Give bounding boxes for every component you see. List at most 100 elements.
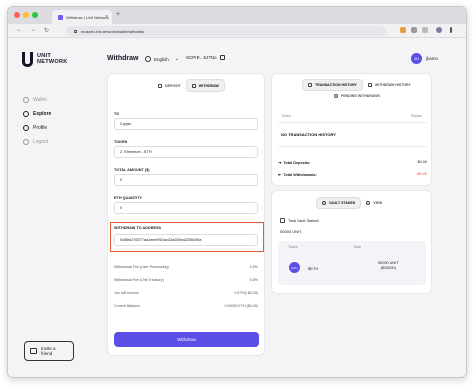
sidebar-item-profile[interactable]: Profile	[23, 125, 47, 131]
divider	[278, 146, 427, 147]
sidebar: UNIT NETWORK Wallet Explore Profile Logo…	[8, 38, 83, 377]
sidebar-item-explore[interactable]: Explore	[23, 111, 51, 117]
logout-icon	[23, 139, 29, 145]
divider	[278, 122, 427, 123]
deposit-icon	[158, 83, 162, 88]
address-bar: ← → ↻ mozart.unit.network/wallet/withdra…	[8, 24, 466, 38]
vault-table: Token Total ETH $ETH 50000 UNIT ($25000)	[278, 241, 426, 285]
logo-text: UNIT NETWORK	[37, 53, 68, 65]
deposit-arrow-icon: ⇥	[278, 160, 282, 165]
view-icon	[366, 201, 371, 205]
sidebar-item-label: Profile	[33, 125, 48, 131]
withdraw-arrow-icon: ⇤	[278, 172, 282, 177]
tab-view[interactable]: VIEW	[361, 197, 387, 209]
deposit-withdraw-toggle: DEPOSIT WITHDRAW	[153, 79, 225, 92]
sidebar-item-wallet[interactable]: Wallet	[23, 97, 47, 103]
transaction-history-card: TRANSACTION HISTORY WITHDRAW HISTORY PEN…	[271, 73, 432, 186]
tab-title: Withdraw | Unit Network	[66, 14, 109, 20]
info-row-balance: Current Balance 0.00000 ETH ($0.00)	[114, 304, 258, 308]
sidebar-toggle-icon[interactable]	[422, 27, 428, 33]
url-field[interactable]: mozart.unit.network/wallet/withdraw	[66, 26, 386, 36]
total-amount-label: TOTAL AMOUNT ($)	[114, 168, 150, 172]
pending-icon	[334, 94, 338, 98]
token-balance: 50000 UNIT ($25000)	[378, 261, 399, 270]
to-select[interactable]: Crypto	[114, 118, 258, 130]
main-content: Withdraw English ⌄ SCPrE...5J7No AN jkam…	[83, 38, 466, 377]
page-title: Withdraw	[107, 55, 139, 62]
column-total: Total	[353, 245, 362, 249]
withdraw-history-icon	[367, 83, 372, 87]
token-select[interactable]: 2. Ethereum - ETH	[114, 146, 258, 158]
reload-icon[interactable]: ↻	[44, 27, 49, 34]
wallet-address-chip[interactable]: SCPrE...5J7No	[186, 55, 225, 60]
vault-card: VAULT STAKED VIEW Total Vault Staked: 50…	[271, 190, 432, 294]
token-label: TOKEN	[114, 140, 128, 144]
invite-label-2: friend	[41, 351, 53, 356]
total-withdrawals-row: ⇤ Total Withdrawals: -$0.00	[278, 172, 427, 177]
explore-icon	[23, 111, 29, 117]
browser-tab[interactable]: Withdraw | Unit Network ×	[52, 10, 112, 24]
url-text: mozart.unit.network/wallet/withdraw	[81, 28, 145, 34]
puzzle-icon[interactable]	[411, 27, 417, 33]
info-row-receive: You will receive 0 ETH(/ $0.00)	[114, 291, 258, 295]
chevron-down-icon: ⌄	[174, 56, 179, 62]
sidebar-item-logout[interactable]: Logout	[23, 139, 48, 145]
total-amount-input[interactable]: 0	[114, 174, 258, 186]
sidebar-item-label: Logout	[33, 139, 49, 145]
vault-icon	[322, 201, 326, 205]
eth-quantity-input[interactable]: 0	[114, 202, 258, 214]
token-name: $ETH	[308, 266, 319, 271]
maximize-window-dot[interactable]	[32, 12, 38, 18]
withdraw-button[interactable]: Withdraw	[114, 332, 259, 347]
column-token: Token	[281, 114, 292, 118]
eth-quantity-label: ETH QUANTITY	[114, 196, 143, 200]
eth-token-icon: ETH	[289, 262, 300, 273]
column-token: Token	[288, 245, 299, 249]
withdraw-icon	[191, 83, 196, 88]
copy-icon[interactable]	[219, 55, 225, 60]
withdraw-address-input[interactable]: 0x85fc276377aa1eeef910ac32a005ea2256c59a	[114, 234, 258, 246]
back-icon[interactable]: ←	[16, 27, 22, 33]
favicon-icon	[58, 14, 63, 20]
tab-pending-withdraws[interactable]: PENDING WITHDRAWS	[334, 94, 380, 98]
vault-total-value: 50000 UNIT	[280, 229, 302, 234]
tab-withdraw-history[interactable]: WITHDRAW HISTORY	[363, 79, 416, 91]
invite-friend-button[interactable]: Invite a friend	[24, 341, 74, 361]
withdraw-card: DEPOSIT WITHDRAW TO Crypto TOKEN 2. Ethe…	[107, 73, 265, 356]
browser-window: Withdraw | Unit Network × + ← → ↻ mozart…	[7, 6, 467, 378]
globe-icon	[145, 56, 151, 62]
tab-deposit[interactable]: DEPOSIT	[153, 79, 186, 92]
menu-dots-icon[interactable]	[450, 27, 452, 33]
lock-icon	[74, 29, 77, 33]
new-tab-button[interactable]: +	[116, 11, 120, 18]
column-status: Status	[411, 114, 422, 118]
sidebar-item-label: Explore	[33, 111, 52, 117]
withdraw-address-label: WITHDRAW TO ADDRESS	[114, 226, 162, 230]
sidebar-item-label: Wallet	[33, 97, 47, 103]
minimize-window-dot[interactable]	[23, 12, 29, 18]
vault-tabs: VAULT STAKED VIEW	[316, 197, 387, 209]
tab-transaction-history[interactable]: TRANSACTION HISTORY	[302, 79, 363, 91]
tab-close-icon[interactable]: ×	[105, 14, 108, 20]
history-tabs: TRANSACTION HISTORY WITHDRAW HISTORY	[302, 79, 416, 91]
wallet-address: SCPrE...5J7No	[186, 55, 217, 60]
extension-icon[interactable]	[400, 27, 406, 33]
to-label: TO	[114, 112, 120, 116]
tab-withdraw[interactable]: WITHDRAW	[185, 79, 225, 92]
profile-icon[interactable]	[436, 27, 442, 33]
avatar: AN	[411, 53, 422, 64]
info-row-user-fee: Withdrawal Fee (User Processing) 0.5%	[114, 265, 258, 269]
user-menu[interactable]: AN jkamo	[411, 53, 438, 64]
stake-icon	[280, 218, 285, 223]
history-icon	[308, 83, 312, 87]
close-window-dot[interactable]	[14, 12, 20, 18]
total-deposits-row: ⇥ Total Deposits: $0.00	[278, 160, 427, 165]
empty-state: NO TRANSACTION HISTORY	[281, 132, 336, 137]
language-selector[interactable]: English ⌄	[145, 56, 179, 62]
tab-vault-staked[interactable]: VAULT STAKED	[316, 197, 362, 209]
language-label: English	[154, 56, 169, 62]
forward-icon[interactable]: →	[30, 27, 36, 33]
user-name: jkamo	[426, 56, 439, 61]
logo-icon	[22, 52, 33, 67]
gift-icon	[30, 348, 37, 354]
